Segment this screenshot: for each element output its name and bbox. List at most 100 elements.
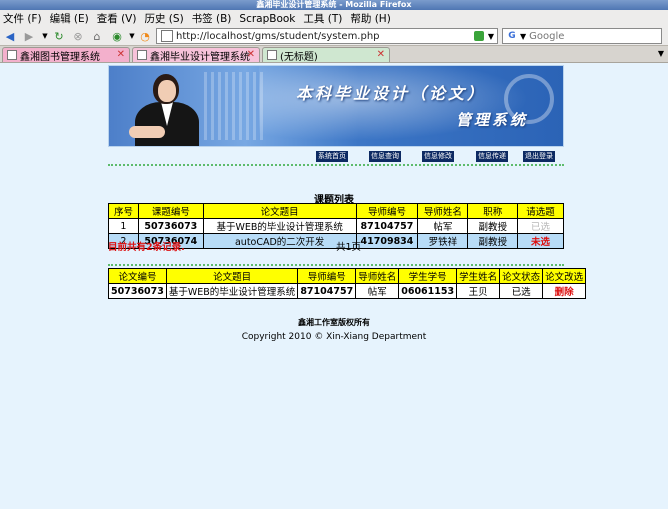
tab-page-icon — [137, 50, 147, 60]
table-row: 50736073 基于WEB的毕业设计管理系统 87104757 帖军 0606… — [108, 283, 587, 299]
tab-page-icon — [267, 50, 277, 60]
cell-student-name: 王贝 — [456, 283, 501, 299]
tab-list-dropdown-icon[interactable]: ▼ — [658, 49, 664, 58]
google-search-engine-icon[interactable]: G — [506, 30, 518, 42]
nav-home-link[interactable]: 系统首页 — [316, 151, 348, 162]
table-row: 1 50736073 基于WEB的毕业设计管理系统 87104757 帖军 副教… — [108, 218, 564, 234]
page-content: 本科毕业设计（论文） 管理系统 系统首页 信息查询 信息修改 信息传递 退出登录… — [0, 63, 668, 509]
column-header: 导师姓名 — [355, 268, 400, 284]
cell-tutor-id: 87104757 — [355, 218, 419, 234]
footer-copyright-en: Copyright 2010 © Xin-Xiang Department — [241, 332, 427, 342]
page-favicon-icon — [161, 30, 173, 42]
tab-label: 鑫湘图书管理系统 — [20, 51, 100, 63]
site-navigation: 系统首页 信息查询 信息修改 信息传递 退出登录 — [0, 151, 668, 163]
tab-library-system[interactable]: 鑫湘图书管理系统 ✕ — [2, 47, 130, 63]
nav-transfer-link[interactable]: 信息传递 — [476, 151, 508, 162]
banner-title-line2: 管理系统 — [456, 111, 529, 129]
navigation-toolbar: ◀ ▶ ▼ ↻ ⊗ ⌂ ◉ ▼ ◔ http://localhost/gms/s… — [0, 27, 668, 46]
column-header: 导师姓名 — [417, 203, 469, 219]
rss-feed-icon[interactable]: ◔ — [138, 29, 152, 43]
addon-dropdown-icon[interactable]: ▼ — [125, 29, 139, 43]
tab-close-icon[interactable]: ✕ — [247, 49, 255, 60]
page-count: 共1页 — [336, 242, 362, 253]
my-selection-table: 论文编号 论文题目 导师编号 导师姓名 学生学号 学生姓名 论文状态 论文改选 … — [108, 268, 587, 299]
banner-person-image — [129, 74, 199, 146]
url-dropdown-icon[interactable]: ▼ — [488, 32, 494, 41]
column-header: 导师编号 — [355, 203, 419, 219]
cell-title: 基于WEB的毕业设计管理系统 — [202, 218, 357, 234]
menu-file[interactable]: 文件 (F) — [3, 11, 42, 26]
column-header: 请选题 — [517, 203, 564, 219]
stop-icon[interactable]: ⊗ — [71, 29, 85, 43]
cell-student-id: 06061153 — [398, 283, 458, 299]
cell-title: autoCAD的二次开发 — [202, 233, 357, 249]
cell-tutor-id: 87104757 — [297, 283, 357, 299]
column-header: 论文题目 — [202, 203, 357, 219]
go-icon[interactable] — [473, 31, 484, 41]
url-bar[interactable]: http://localhost/gms/student/system.php … — [156, 28, 498, 44]
forward-arrow-icon[interactable]: ▶ — [22, 29, 36, 43]
back-arrow-icon[interactable]: ◀ — [3, 29, 17, 43]
tab-close-icon[interactable]: ✕ — [117, 49, 125, 60]
tab-close-icon[interactable]: ✕ — [377, 49, 385, 60]
column-header: 课题编号 — [137, 203, 204, 219]
record-count: 目前共有2条记录. — [108, 242, 185, 253]
search-engine-dropdown-icon[interactable]: ▼ — [520, 32, 526, 41]
nav-modify-link[interactable]: 信息修改 — [422, 151, 454, 162]
tab-label: 鑫湘毕业设计管理系统 — [150, 51, 250, 63]
tab-graduation-system[interactable]: 鑫湘毕业设计管理系统 ✕ — [132, 47, 260, 63]
header-banner: 本科毕业设计（论文） 管理系统 — [108, 65, 564, 147]
cell-code: 50736073 — [137, 218, 204, 234]
cell-status: 已选 — [499, 283, 544, 299]
search-input[interactable] — [529, 30, 650, 42]
history-dropdown-icon[interactable]: ▼ — [38, 29, 52, 43]
nav-logout-link[interactable]: 退出登录 — [523, 151, 555, 162]
cell-tutor-id: 41709834 — [355, 233, 419, 249]
tab-untitled[interactable]: (无标题) ✕ — [262, 47, 390, 63]
menu-bookmarks[interactable]: 书签 (B) — [192, 11, 232, 26]
menu-view[interactable]: 查看 (V) — [97, 11, 137, 26]
column-header: 论文状态 — [499, 268, 544, 284]
menu-edit[interactable]: 编辑 (E) — [50, 11, 89, 26]
home-icon[interactable]: ⌂ — [90, 29, 104, 43]
column-header: 论文题目 — [165, 268, 299, 284]
column-header: 导师编号 — [297, 268, 357, 284]
search-box[interactable]: G ▼ — [502, 28, 662, 44]
menu-history[interactable]: 历史 (S) — [144, 11, 183, 26]
tab-bar: 鑫湘图书管理系统 ✕ 鑫湘毕业设计管理系统 ✕ (无标题) ✕ ▼ — [0, 46, 668, 63]
url-text[interactable]: http://localhost/gms/student/system.php — [176, 31, 474, 42]
menu-help[interactable]: 帮助 (H) — [350, 11, 390, 26]
column-header: 论文改选 — [542, 268, 587, 284]
cell-title: 基于WEB的毕业设计管理系统 — [165, 283, 299, 299]
menu-tools[interactable]: 工具 (T) — [303, 11, 342, 26]
menu-scrapbook[interactable]: ScrapBook — [239, 13, 295, 25]
tab-label: (无标题) — [280, 51, 318, 63]
table-header-row: 论文编号 论文题目 导师编号 导师姓名 学生学号 学生姓名 论文状态 论文改选 — [108, 268, 587, 284]
column-header: 序号 — [108, 203, 139, 219]
menubar: 文件 (F) 编辑 (E) 查看 (V) 历史 (S) 书签 (B) Scrap… — [0, 10, 668, 27]
window-titlebar: 鑫湘毕业设计管理系统 - Mozilla Firefox — [0, 0, 668, 10]
addon-icon[interactable]: ◉ — [110, 29, 124, 43]
tab-page-icon — [7, 50, 17, 60]
column-header: 学生学号 — [398, 268, 458, 284]
cell-rank: 副教授 — [467, 233, 519, 249]
column-header: 职称 — [467, 203, 519, 219]
delete-selection-link[interactable]: 删除 — [542, 283, 587, 299]
nav-query-link[interactable]: 信息查询 — [369, 151, 401, 162]
banner-title-line1: 本科毕业设计（论文） — [296, 84, 487, 103]
column-header: 学生姓名 — [456, 268, 501, 284]
cell-tutor-name: 帖军 — [355, 283, 400, 299]
select-topic-disabled: 已选 — [517, 218, 564, 234]
cell-code: 50736073 — [108, 283, 167, 299]
cell-tutor-name: 罗铁祥 — [417, 233, 469, 249]
column-header: 论文编号 — [108, 268, 167, 284]
cell-no: 1 — [108, 218, 139, 234]
footer-copyright-cn: 鑫湘工作室版权所有 — [298, 318, 370, 327]
select-topic-link[interactable]: 未选 — [517, 233, 564, 249]
banner-building-graphic — [204, 72, 264, 140]
divider — [108, 164, 564, 166]
reload-icon[interactable]: ↻ — [52, 29, 66, 43]
divider — [108, 264, 564, 266]
cell-rank: 副教授 — [467, 218, 519, 234]
cell-tutor-name: 帖军 — [417, 218, 469, 234]
